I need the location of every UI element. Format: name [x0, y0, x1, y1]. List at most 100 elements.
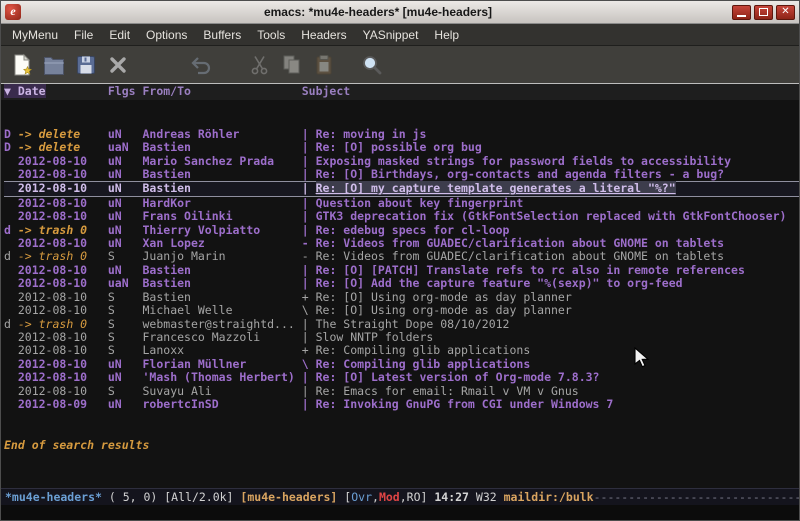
- message-row[interactable]: 2012-08-10 uN 'Mash (Thomas Herbert) | R…: [4, 371, 799, 384]
- subject-cell: Re: [O] Using org-mode as day planner: [316, 303, 572, 317]
- mark-cell: [4, 370, 18, 384]
- minimize-button[interactable]: [732, 5, 751, 20]
- menu-item-mymenu[interactable]: MyMenu: [4, 25, 66, 45]
- thread-separator: +: [302, 343, 316, 357]
- minimize-icon: [737, 15, 746, 17]
- date-cell: 2012-08-10: [18, 209, 108, 223]
- save-button[interactable]: [70, 50, 102, 80]
- search-button[interactable]: [356, 50, 388, 80]
- mark-cell: [4, 167, 18, 181]
- column-header-date[interactable]: ▼ Date: [4, 84, 46, 98]
- from-cell: webmaster@straightd...: [143, 317, 302, 331]
- new-file-button[interactable]: [6, 50, 38, 80]
- menu-item-tools[interactable]: Tools: [249, 25, 293, 45]
- message-row[interactable]: 2012-08-09 uN robertcInSD | Re: Invoking…: [4, 398, 799, 411]
- message-row[interactable]: 2012-08-10 S Francesco Mazzoli | Slow NN…: [4, 331, 799, 344]
- open-file-icon: [42, 53, 66, 77]
- message-row[interactable]: 2012-08-10 uN Bastien | Re: [O] my captu…: [4, 181, 799, 196]
- mark-cell: [4, 209, 18, 223]
- message-row[interactable]: d -> trash 0 uN Thierry Volpiatto | Re: …: [4, 224, 799, 237]
- headers-buffer[interactable]: D -> delete uN Andreas Röhler | Re: movi…: [1, 100, 799, 488]
- message-row[interactable]: 2012-08-10 S Bastien + Re: [O] Using org…: [4, 291, 799, 304]
- mouse-cursor: [634, 347, 650, 369]
- message-row[interactable]: D -> delete uN Andreas Röhler | Re: movi…: [4, 128, 799, 141]
- flags-cell: S: [108, 317, 143, 331]
- message-row[interactable]: 2012-08-10 S Michael Welle \ Re: [O] Usi…: [4, 304, 799, 317]
- subject-cell: Re: moving in js: [316, 127, 427, 141]
- maximize-button[interactable]: [754, 5, 773, 20]
- thread-separator: |: [302, 196, 316, 210]
- mark-cell: [4, 236, 18, 250]
- message-row[interactable]: 2012-08-10 S Suvayu Ali | Re: Emacs for …: [4, 385, 799, 398]
- message-row[interactable]: 2012-08-10 uN Bastien | Re: [O] [PATCH] …: [4, 264, 799, 277]
- emacs-icon: e: [5, 4, 21, 20]
- message-row[interactable]: 2012-08-10 uN Xan Lopez - Re: Videos fro…: [4, 237, 799, 250]
- modeline-segment: [mu4e-headers]: [240, 490, 337, 504]
- date-cell: 2012-08-10: [18, 384, 108, 398]
- header-gap: [46, 84, 108, 98]
- from-cell: Juanjo Marin: [143, 249, 302, 263]
- message-row[interactable]: 2012-08-10 uN Mario Sanchez Prada | Expo…: [4, 155, 799, 168]
- title-bar: e emacs: *mu4e-headers* [mu4e-headers] ✕: [1, 1, 799, 24]
- echo-area[interactable]: [1, 505, 799, 520]
- column-header-subject[interactable]: Subject: [302, 84, 350, 98]
- thread-separator: |: [302, 330, 316, 344]
- column-header-flags[interactable]: Flgs: [108, 84, 143, 98]
- menu-item-file[interactable]: File: [66, 25, 101, 45]
- mark-cell: [4, 263, 18, 277]
- open-file-button[interactable]: [38, 50, 70, 80]
- mark-cell: D: [4, 127, 18, 141]
- date-cell: 2012-08-09: [18, 397, 108, 411]
- paste-icon: [312, 53, 336, 77]
- message-row[interactable]: 2012-08-10 uN Bastien | Re: [O] Birthday…: [4, 168, 799, 181]
- from-cell: Bastien: [143, 276, 302, 290]
- mark-cell: [4, 303, 18, 317]
- from-cell: robertcInSD: [143, 397, 302, 411]
- subject-cell: Re: [O] Using org-mode as day planner: [316, 290, 572, 304]
- menu-item-buffers[interactable]: Buffers: [195, 25, 249, 45]
- close-buffer-button[interactable]: [102, 50, 134, 80]
- message-row[interactable]: 2012-08-10 uaN Bastien | Re: [O] Add the…: [4, 277, 799, 290]
- message-row[interactable]: 2012-08-10 uN Florian Müllner \ Re: Comp…: [4, 358, 799, 371]
- menu-item-options[interactable]: Options: [138, 25, 195, 45]
- from-cell: Lanoxx: [143, 343, 302, 357]
- mark-cell: [4, 276, 18, 290]
- subject-cell: Re: [O] Add the capture feature "%(sexp)…: [316, 276, 683, 290]
- modeline-segment: Ovr: [351, 490, 372, 504]
- column-header-from[interactable]: From/To: [142, 84, 301, 98]
- message-row[interactable]: D -> delete uaN Bastien | Re: [O] possib…: [4, 141, 799, 154]
- date-cell: -> trash 0: [18, 223, 108, 237]
- from-cell: Francesco Mazzoli: [143, 330, 302, 344]
- flags-cell: uN: [108, 357, 143, 371]
- message-row[interactable]: 2012-08-10 uN Frans Oilinki | GTK3 depre…: [4, 210, 799, 223]
- flags-cell: uN: [108, 397, 143, 411]
- date-cell: 2012-08-10: [18, 290, 108, 304]
- menu-item-yasnippet[interactable]: YASnippet: [355, 25, 427, 45]
- thread-separator: |: [302, 140, 316, 154]
- paste-button[interactable]: [308, 50, 340, 80]
- copy-button[interactable]: [276, 50, 308, 80]
- cut-button[interactable]: [244, 50, 276, 80]
- flags-cell: uaN: [108, 140, 143, 154]
- date-cell: 2012-08-10: [18, 263, 108, 277]
- message-row[interactable]: 2012-08-10 S Lanoxx + Re: Compiling glib…: [4, 344, 799, 357]
- search-icon: [360, 53, 384, 77]
- message-row[interactable]: d -> trash 0 S webmaster@straightd... | …: [4, 318, 799, 331]
- message-list: D -> delete uN Andreas Röhler | Re: movi…: [4, 128, 799, 412]
- thread-separator: |: [302, 384, 316, 398]
- undo-button[interactable]: [186, 50, 218, 80]
- modeline-segment: *mu4e-headers*: [5, 490, 102, 504]
- menu-item-headers[interactable]: Headers: [293, 25, 354, 45]
- subject-cell: Re: [O] my capture template generates a …: [316, 181, 676, 195]
- from-cell: Frans Oilinki: [143, 209, 302, 223]
- modeline-segment: ,RO]: [400, 490, 435, 504]
- modeline-segment: ( 5, 0) [All/2.0k]: [102, 490, 240, 504]
- header-line: ▼ Date Flgs From/To Subject: [1, 84, 799, 100]
- message-row[interactable]: d -> trash 0 S Juanjo Marin - Re: Videos…: [4, 250, 799, 263]
- mark-cell: [4, 343, 18, 357]
- close-button[interactable]: ✕: [776, 5, 795, 20]
- thread-separator: -: [302, 249, 316, 263]
- message-row[interactable]: 2012-08-10 uN HardKor | Question about k…: [4, 197, 799, 210]
- menu-item-edit[interactable]: Edit: [101, 25, 138, 45]
- menu-item-help[interactable]: Help: [426, 25, 467, 45]
